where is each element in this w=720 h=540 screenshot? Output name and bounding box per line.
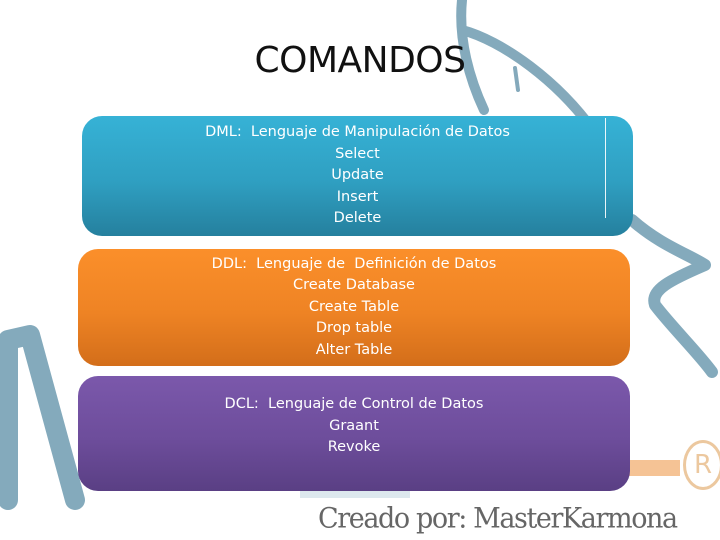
dml-item: Insert <box>336 188 379 205</box>
footer-credit: Creado por: MasterKarmona <box>318 502 678 535</box>
slide-title: COMANDOS <box>254 40 467 81</box>
dcl-heading: DCL: Lenguaje de Control de Datos <box>224 396 484 413</box>
letter-s-watermark <box>626 214 718 378</box>
dcl-item: Graant <box>329 417 379 434</box>
ddl-item: Alter Table <box>315 341 393 358</box>
registered-trademark-icon: R <box>683 440 720 490</box>
ddl-item: Create Table <box>308 298 400 315</box>
dml-divider <box>605 118 606 218</box>
dml-item: Select <box>335 145 380 162</box>
underline-watermark <box>628 460 680 476</box>
ddl-section-box: DDL: Lenguaje de Definición de Datos Cre… <box>78 249 630 366</box>
letter-m-watermark <box>0 325 85 510</box>
dml-section-box: DML: Lenguaje de Manipulación de Datos S… <box>82 116 633 236</box>
bottom-stroke-watermark <box>300 490 410 498</box>
ddl-heading: DDL: Lenguaje de Definición de Datos <box>211 255 497 272</box>
dml-item: Update <box>331 167 384 184</box>
dcl-section-box: DCL: Lenguaje de Control de Datos Graant… <box>78 376 630 491</box>
dml-item: Delete <box>333 210 382 227</box>
ddl-item: Create Database <box>293 277 415 294</box>
dml-heading: DML: Lenguaje de Manipulación de Datos <box>205 124 510 141</box>
dcl-item: Revoke <box>327 439 381 456</box>
ddl-item: Drop table <box>315 320 393 337</box>
